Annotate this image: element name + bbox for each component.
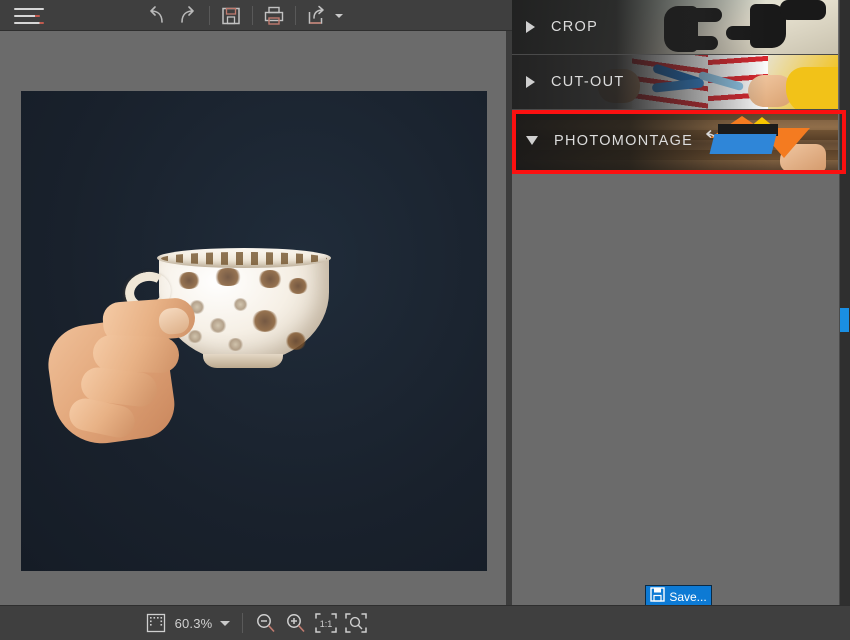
canvas-image[interactable]: [21, 91, 487, 571]
canvas-work-area[interactable]: [0, 31, 506, 605]
panel-footer-bar: [512, 605, 850, 640]
svg-text:1:1: 1:1: [320, 619, 333, 629]
print-button[interactable]: [258, 3, 290, 29]
zoom-level-label: 60.3%: [174, 615, 213, 631]
cutout-expand-arrow[interactable]: [526, 76, 535, 88]
photomontage-collapse-arrow[interactable]: [526, 136, 538, 145]
save-button-label: Save...: [669, 590, 707, 604]
actual-size-icon[interactable]: 1:1: [311, 611, 341, 635]
undo-button[interactable]: [140, 3, 172, 29]
floppy-disk-icon: [650, 587, 666, 607]
zoom-out-icon[interactable]: [251, 611, 281, 635]
fit-to-screen-icon[interactable]: [341, 611, 371, 635]
panel-scrollbar-thumb[interactable]: [840, 308, 849, 332]
share-dropdown-caret[interactable]: [335, 13, 343, 18]
zoom-in-icon[interactable]: [281, 611, 311, 635]
section-header-photomontage[interactable]: PHOTOMONTAGE: [512, 110, 838, 172]
panel-scrollbar-track[interactable]: [839, 0, 850, 640]
section-header-crop[interactable]: CROP: [512, 0, 838, 55]
toolbar-divider: [295, 6, 296, 25]
zoom-dropdown-caret[interactable]: [220, 620, 231, 626]
statusbar-divider: [242, 613, 244, 633]
redo-button[interactable]: [172, 3, 204, 29]
section-label-crop: CROP: [551, 19, 599, 35]
teacup-illustration: [43, 226, 381, 456]
section-label-photomontage: PHOTOMONTAGE: [554, 132, 694, 149]
section-header-cutout[interactable]: CUT-OUT: [512, 55, 838, 110]
selection-marquee-icon[interactable]: [141, 611, 171, 635]
hand-illustration: [43, 278, 221, 450]
top-toolbar: [0, 0, 512, 31]
application-window: 60.3% 1:1 CROP CUT-OUT PHOTOMONTAGE Save…: [0, 0, 850, 640]
status-bar: 60.3% 1:1: [0, 605, 512, 640]
toolbar-divider: [209, 6, 210, 25]
share-button[interactable]: [301, 3, 333, 29]
toolbar-divider: [252, 6, 253, 25]
section-label-cutout: CUT-OUT: [551, 74, 625, 90]
right-tool-panel: CROP CUT-OUT PHOTOMONTAGE Save...: [512, 0, 850, 640]
toolbar-actions: [140, 0, 343, 31]
crop-expand-arrow[interactable]: [526, 21, 535, 33]
save-button[interactable]: [215, 3, 247, 29]
hamburger-menu-icon[interactable]: [14, 6, 46, 26]
